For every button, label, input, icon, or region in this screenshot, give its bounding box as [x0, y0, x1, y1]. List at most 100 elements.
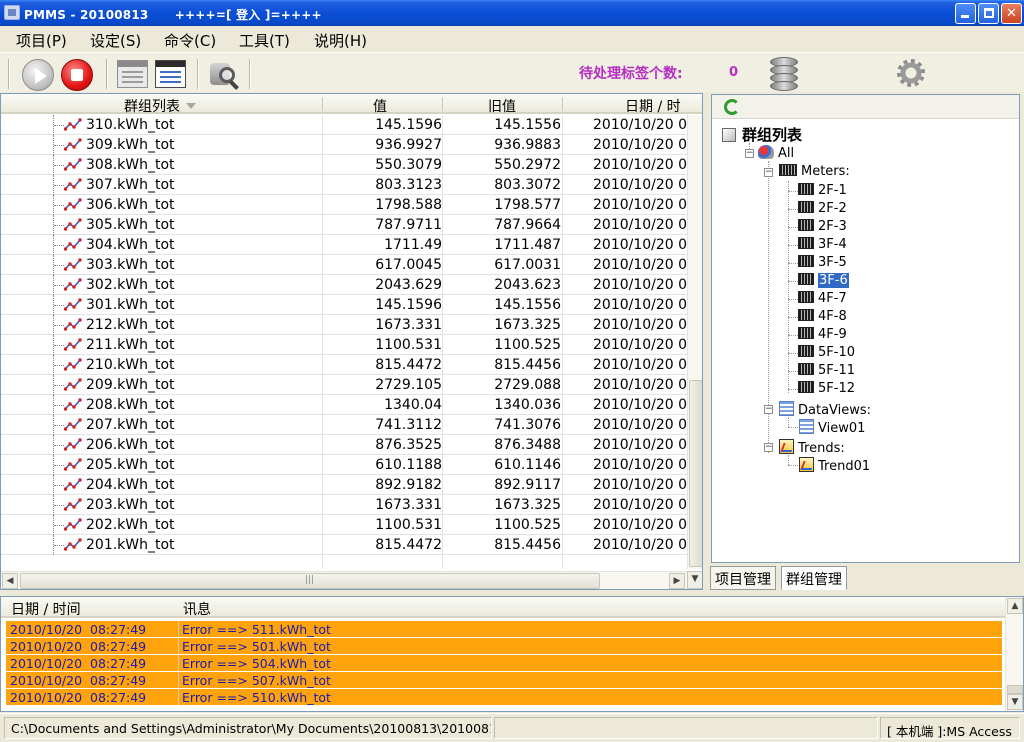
table-row[interactable]: 208.kWh_tot 1340.04 1340.036 2010/10/20 0	[1, 395, 687, 415]
app-icon[interactable]	[4, 5, 20, 20]
tree-node-dataviews[interactable]: DataViews:	[779, 401, 871, 418]
grid-horizontal-scrollbar[interactable]: ◀ ||| ▶	[1, 571, 687, 589]
tree-node-meter[interactable]: 4F-9	[798, 327, 847, 342]
tab-group-management[interactable]: 群组管理	[781, 566, 847, 590]
menu-project[interactable]: 项目(P)	[16, 30, 67, 51]
database-icon[interactable]	[770, 57, 798, 91]
meter-icon	[798, 237, 814, 249]
tag-old-value: 815.4456	[494, 537, 561, 553]
table-row[interactable]: 212.kWh_tot 1673.331 1673.325 2010/10/20 0	[1, 315, 687, 335]
table-row[interactable]: 302.kWh_tot 2043.629 2043.623 2010/10/20 0	[1, 275, 687, 295]
table-row[interactable]: 211.kWh_tot 1100.531 1100.525 2010/10/20 0	[1, 335, 687, 355]
menu-tools[interactable]: 工具(T)	[239, 30, 290, 51]
header-group-list[interactable]: 群组列表	[124, 96, 196, 116]
tree-node-meter[interactable]: 2F-1	[798, 183, 847, 198]
stop-icon[interactable]	[61, 59, 93, 91]
log-row[interactable]: 2010/10/20 08:27:49 Error ==> 507.kWh_tot	[6, 672, 1002, 689]
log-time: 2010/10/20 08:27:49	[10, 690, 147, 705]
tag-name: 207.kWh_tot	[86, 417, 175, 433]
header-datetime[interactable]: 日期 / 时	[625, 96, 681, 116]
tag-trend-icon	[64, 158, 82, 171]
log-row[interactable]: 2010/10/20 08:27:49 Error ==> 511.kWh_tot	[6, 621, 1002, 638]
tree-node-meter[interactable]: 4F-8	[798, 309, 847, 324]
tree-node-meter[interactable]: 5F-12	[798, 381, 855, 396]
table-row[interactable]: 310.kWh_tot 145.1596 145.1556 2010/10/20 0	[1, 115, 687, 135]
search-icon[interactable]	[208, 59, 240, 91]
tag-value: 1340.04	[384, 397, 442, 413]
menu-command[interactable]: 命令(C)	[164, 30, 216, 51]
tree-node-meter[interactable]: 2F-3	[798, 219, 847, 234]
tag-name: 201.kWh_tot	[86, 537, 175, 553]
log-row[interactable]: 2010/10/20 08:27:49 Error ==> 504.kWh_tot	[6, 655, 1002, 672]
log-header-message[interactable]: 讯息	[183, 599, 211, 619]
grid-hscroll-thumb[interactable]: |||	[20, 573, 600, 589]
tree-node-trends[interactable]: Trends:	[779, 439, 845, 456]
table-row[interactable]: 306.kWh_tot 1798.588 1798.577 2010/10/20 0	[1, 195, 687, 215]
log-vertical-scrollbar[interactable]: ▲ ▼	[1005, 597, 1023, 711]
log-scroll-down-button[interactable]: ▼	[1007, 694, 1023, 710]
expand-trends[interactable]: −	[764, 443, 773, 452]
header-old-value[interactable]: 旧值	[488, 96, 516, 116]
play-icon[interactable]	[22, 59, 54, 91]
table-row[interactable]: 210.kWh_tot 815.4472 815.4456 2010/10/20 0	[1, 355, 687, 375]
table-row[interactable]: 307.kWh_tot 803.3123 803.3072 2010/10/20 0	[1, 175, 687, 195]
tree-node-meter[interactable]: 5F-11	[798, 363, 855, 378]
scroll-left-button[interactable]: ◀	[2, 573, 18, 589]
table-row[interactable]: 207.kWh_tot 741.3112 741.3076 2010/10/20 0	[1, 415, 687, 435]
grid-vertical-scrollbar[interactable]	[687, 115, 702, 569]
tree-root[interactable]: 群组列表	[722, 124, 802, 145]
tree-node-meter[interactable]: 5F-10	[798, 345, 855, 360]
tree-node-meter[interactable]: 4F-7	[798, 291, 847, 306]
tree-node-meter[interactable]: 2F-2	[798, 201, 847, 216]
table-row[interactable]: 206.kWh_tot 876.3525 876.3488 2010/10/20 0	[1, 435, 687, 455]
expand-all[interactable]: −	[745, 149, 754, 158]
tag-value: 936.9927	[375, 137, 442, 153]
table-row[interactable]: 304.kWh_tot 1711.49 1711.487 2010/10/20 0	[1, 235, 687, 255]
list-view-icon[interactable]	[117, 60, 148, 88]
tree-node-trend01[interactable]: Trend01	[799, 457, 870, 474]
table-row[interactable]: 309.kWh_tot 936.9927 936.9883 2010/10/20 0	[1, 135, 687, 155]
log-header-time[interactable]: 日期 / 时间	[11, 599, 81, 619]
table-row[interactable]: 201.kWh_tot 815.4472 815.4456 2010/10/20 0	[1, 535, 687, 555]
maximize-icon	[984, 8, 994, 18]
gear-icon[interactable]	[897, 59, 925, 87]
log-vscroll-thumb[interactable]	[1007, 685, 1023, 694]
header-value[interactable]: 值	[373, 96, 387, 116]
tree-node-meter[interactable]: 3F-4	[798, 237, 847, 252]
log-scroll-up-button[interactable]: ▲	[1007, 598, 1023, 614]
tag-old-value: 145.1556	[494, 297, 561, 313]
tree-node-meter[interactable]: 3F-6	[798, 273, 849, 288]
scroll-down-button[interactable]: ▼	[687, 571, 702, 589]
refresh-icon[interactable]	[724, 99, 740, 115]
table-row[interactable]: 205.kWh_tot 610.1188 610.1146 2010/10/20 0	[1, 455, 687, 475]
tree-node-view01[interactable]: View01	[799, 419, 865, 436]
tree-node-meters[interactable]: Meters:	[779, 164, 850, 179]
table-row[interactable]: 209.kWh_tot 2729.105 2729.088 2010/10/20 0	[1, 375, 687, 395]
scroll-right-button[interactable]: ▶	[669, 573, 685, 589]
table-row[interactable]: 303.kWh_tot 617.0045 617.0031 2010/10/20 0	[1, 255, 687, 275]
tag-name: 310.kWh_tot	[86, 117, 175, 133]
tag-name: 304.kWh_tot	[86, 237, 175, 253]
maximize-button[interactable]	[978, 3, 999, 24]
expand-dataviews[interactable]: −	[764, 405, 773, 414]
tree-node-all[interactable]: All	[758, 145, 794, 161]
expand-meters[interactable]: −	[764, 168, 773, 177]
menu-help[interactable]: 说明(H)	[314, 30, 367, 51]
log-row[interactable]: 2010/10/20 08:27:49 Error ==> 501.kWh_tot	[6, 638, 1002, 655]
table-row[interactable]: 308.kWh_tot 550.3079 550.2972 2010/10/20 0	[1, 155, 687, 175]
menu-settings[interactable]: 设定(S)	[90, 30, 141, 51]
table-row[interactable]: 305.kWh_tot 787.9711 787.9664 2010/10/20 0	[1, 215, 687, 235]
close-button[interactable]: ✕	[1001, 3, 1022, 24]
table-row[interactable]: 301.kWh_tot 145.1596 145.1556 2010/10/20 0	[1, 295, 687, 315]
form-view-icon[interactable]	[155, 60, 186, 88]
table-row[interactable]: 202.kWh_tot 1100.531 1100.525 2010/10/20 0	[1, 515, 687, 535]
tree-node-meter[interactable]: 3F-5	[798, 255, 847, 270]
table-row[interactable]: 204.kWh_tot 892.9182 892.9117 2010/10/20 0	[1, 475, 687, 495]
tab-project-management[interactable]: 项目管理	[710, 566, 776, 590]
minimize-button[interactable]	[955, 3, 976, 24]
table-row[interactable]: 203.kWh_tot 1673.331 1673.325 2010/10/20 0	[1, 495, 687, 515]
log-row[interactable]: 2010/10/20 08:27:49 Error ==> 510.kWh_tot	[6, 689, 1002, 706]
grid-vscroll-thumb[interactable]	[689, 380, 702, 567]
tag-old-value: 741.3076	[494, 417, 561, 433]
title-bar[interactable]: PMMS - 20100813 ++++=[ 登入 ]=++++ ✕	[0, 0, 1024, 26]
